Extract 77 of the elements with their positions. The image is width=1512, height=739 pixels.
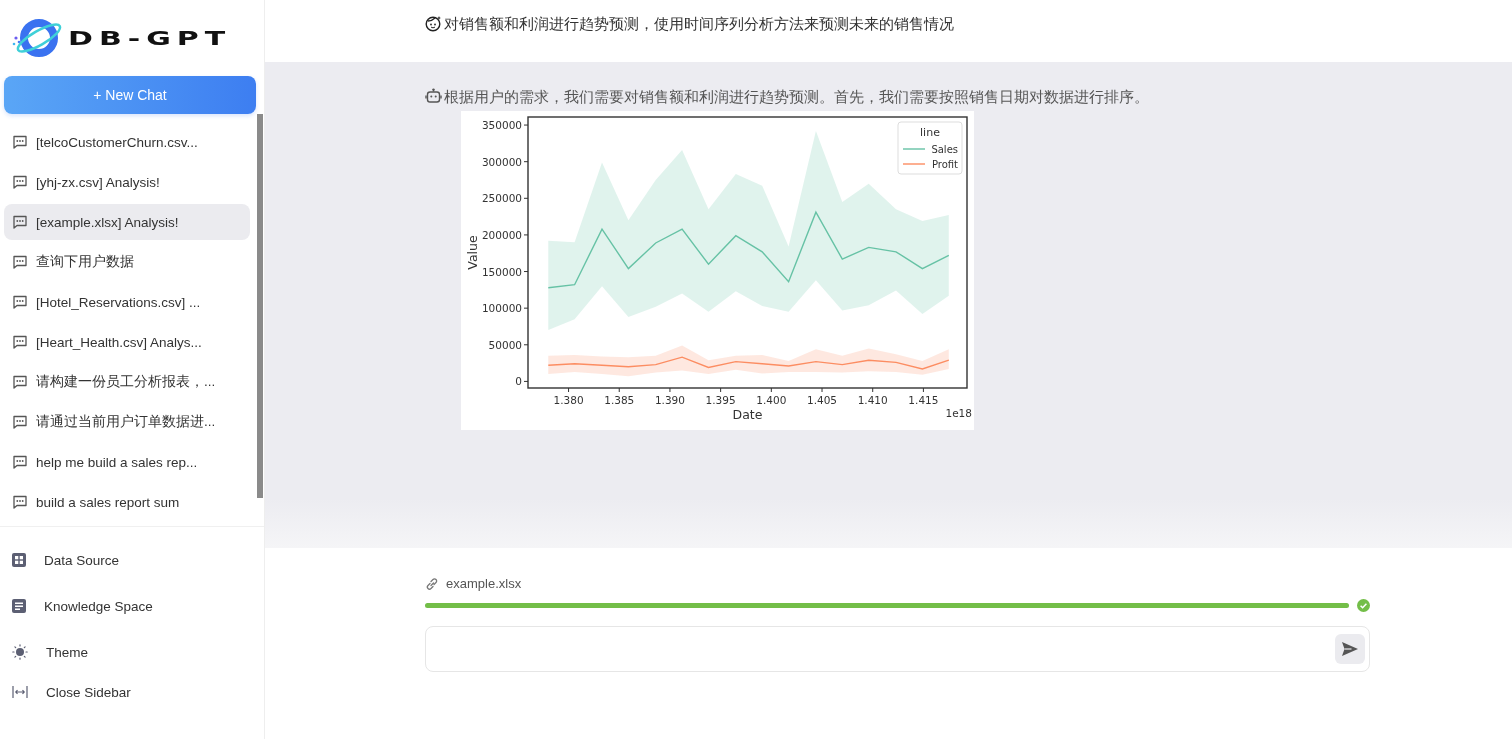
menu-label: Theme xyxy=(46,644,89,660)
chat-title: 请构建一份员工分析报表，... xyxy=(36,373,216,391)
y-tick-label: 150000 xyxy=(481,265,522,278)
y-tick-label: 200000 xyxy=(481,228,522,241)
y-tick-label: 250000 xyxy=(481,192,522,205)
menu-label: Close Sidebar xyxy=(46,684,131,700)
chat-icon xyxy=(12,334,28,350)
chat-item[interactable]: [Heart_Health.csv] Analys... xyxy=(4,324,250,360)
chat-icon xyxy=(12,134,28,150)
chat-item[interactable]: help me build a sales rep... xyxy=(4,444,250,480)
robot-icon xyxy=(425,88,442,105)
chat-title: 查询下用户数据 xyxy=(36,253,134,271)
chat-input-field[interactable] xyxy=(425,626,1370,672)
legend-box xyxy=(897,121,963,175)
menu-item[interactable]: Close Sidebar xyxy=(0,675,264,709)
chat-title: [Hotel_Reservations.csv] ... xyxy=(36,294,201,310)
send-icon xyxy=(1341,641,1359,657)
x-tick-label: 1.410 xyxy=(857,394,888,406)
chat-title: [telcoCustomerChurn.csv... xyxy=(36,134,198,150)
menu-label: Data Source xyxy=(44,552,120,568)
y-tick-label: 350000 xyxy=(481,119,522,132)
axis-offset-label: 1e18 xyxy=(945,407,972,419)
chat-item[interactable]: [telcoCustomerChurn.csv... xyxy=(4,124,250,160)
chat-title: build a sales report sum xyxy=(36,494,180,510)
smiley-icon xyxy=(425,15,442,32)
x-tick-label: 1.400 xyxy=(756,394,787,406)
collapse-icon xyxy=(12,685,28,699)
assistant-message: 根据用户的需求，我们需要对销售额和利润进行趋势预测。首先，我们需要按照销售日期对数据进行排序。 xyxy=(444,88,1149,107)
scrollbar[interactable] xyxy=(257,114,263,498)
y-tick-label: 300000 xyxy=(481,155,522,168)
grid-icon xyxy=(12,553,26,567)
x-tick-label: 1.405 xyxy=(807,394,838,406)
chat-item[interactable]: [example.xlsx] Analysis! xyxy=(4,204,250,240)
chat-title: 请通过当前用户订单数据进... xyxy=(36,413,216,431)
menu-item[interactable]: Theme xyxy=(0,629,264,675)
menu-label: Knowledge Space xyxy=(44,598,153,614)
x-tick-label: 1.385 xyxy=(604,394,635,406)
y-tick-label: 100000 xyxy=(481,302,522,315)
chat-title: [yhj-zx.csv] Analysis! xyxy=(36,174,160,190)
chat-item[interactable]: build a sales report sum xyxy=(4,484,250,520)
link-icon xyxy=(425,576,439,591)
chat-icon xyxy=(12,214,28,230)
menu-item[interactable]: Data Source xyxy=(0,537,264,583)
x-tick-label: 1.380 xyxy=(553,394,584,406)
menu-item[interactable]: Knowledge Space xyxy=(0,583,264,629)
chat-title: help me build a sales rep... xyxy=(36,454,198,470)
chat-item[interactable]: [yhj-zx.csv] Analysis! xyxy=(4,164,250,200)
legend-title: line xyxy=(920,126,940,139)
chat-item[interactable]: 请通过当前用户订单数据进... xyxy=(4,404,250,440)
document-icon xyxy=(12,599,26,613)
logo-text: DB-GPT xyxy=(68,27,232,49)
y-tick-label: 50000 xyxy=(488,338,522,351)
x-axis-label: Date xyxy=(732,407,763,422)
chat-icon xyxy=(12,414,28,430)
file-name: example.xlsx xyxy=(446,576,522,591)
chat-icon xyxy=(12,254,28,270)
sun-icon xyxy=(12,644,28,660)
user-message: 对销售额和利润进行趋势预测，使用时间序列分析方法来预测未来的销售情况 xyxy=(444,15,954,34)
send-button[interactable] xyxy=(1335,634,1365,664)
x-tick-label: 1.415 xyxy=(908,394,939,406)
x-tick-label: 1.390 xyxy=(654,394,685,406)
chat-icon xyxy=(12,494,28,510)
chat-icon xyxy=(12,294,28,310)
chat-icon xyxy=(12,454,28,470)
x-tick-label: 1.395 xyxy=(705,394,736,406)
legend-label: Profit xyxy=(931,159,958,170)
chat-item[interactable]: 请构建一份员工分析报表，... xyxy=(4,364,250,400)
y-axis-label: Value xyxy=(465,235,480,270)
chat-icon xyxy=(12,374,28,390)
chat-title: [example.xlsx] Analysis! xyxy=(36,214,179,230)
chat-icon xyxy=(12,174,28,190)
legend-label: Sales xyxy=(931,144,958,155)
chat-item[interactable]: 查询下用户数据 xyxy=(4,244,250,280)
chat-item[interactable]: [Hotel_Reservations.csv] ... xyxy=(4,284,250,320)
chat-title: [Heart_Health.csv] Analys... xyxy=(36,334,202,350)
planet-logo-icon xyxy=(10,16,64,60)
y-tick-label: 0 xyxy=(515,375,522,388)
